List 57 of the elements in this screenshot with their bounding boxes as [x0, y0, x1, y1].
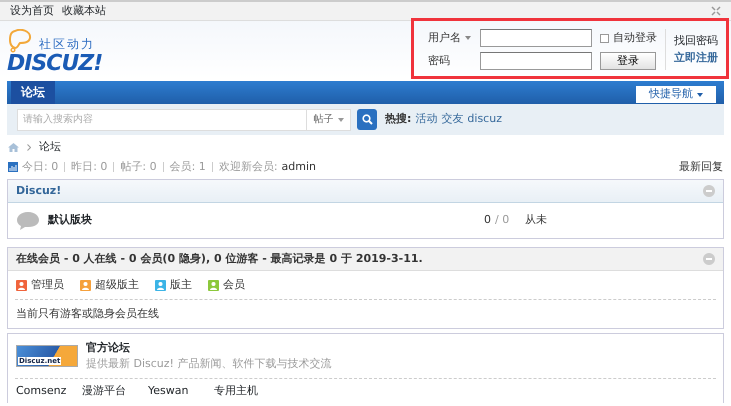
welcome-text: 欢迎新会员: — [218, 158, 278, 175]
hot-search-link[interactable]: 活动 — [415, 111, 438, 128]
legend-label: 会员 — [223, 276, 245, 293]
collapse-button[interactable] — [703, 253, 715, 265]
friend-link[interactable]: 专用主机 — [214, 382, 280, 400]
last-post-text: 从未 — [525, 212, 548, 228]
search-type-select[interactable]: 帖子 — [307, 108, 351, 130]
hot-search-label: 热搜: — [385, 111, 412, 128]
stat-text: 会员: 1 — [170, 158, 206, 175]
legend-label: 超级版主 — [95, 276, 139, 293]
auth-link[interactable]: 找回密码 — [674, 33, 718, 50]
online-title: 在线会员 - 0 人在线 - 0 会员(0 隐身), 0 位游客 - 最高记录是 0 于 2019-3-11. — [16, 250, 423, 267]
nav-tab[interactable]: 论坛 — [11, 81, 55, 104]
toolbar-link[interactable]: 收藏本站 — [62, 2, 106, 20]
category-title[interactable]: Discuz! — [16, 182, 62, 200]
caret-icon — [338, 118, 344, 122]
member-link[interactable]: admin — [282, 158, 316, 176]
login-button[interactable]: 登录 — [600, 52, 656, 70]
stats-icon — [8, 162, 18, 172]
auth-link[interactable]: 立即注册 — [674, 50, 718, 66]
toolbar-link[interactable]: 设为首页 — [10, 2, 54, 20]
logo-wordmark: DISCUZ! — [7, 53, 102, 75]
username-label[interactable]: 用户名 — [428, 30, 476, 46]
collapse-button[interactable] — [703, 185, 715, 197]
friend-link[interactable]: 漫游平台 — [82, 382, 148, 400]
post-count: / 0 — [495, 212, 510, 228]
friend-link[interactable]: Comsenz — [16, 382, 82, 400]
password-field[interactable] — [480, 52, 592, 70]
password-label: 密码 — [428, 52, 451, 68]
home-icon[interactable] — [8, 142, 19, 152]
forum-bubble-icon — [16, 210, 40, 230]
stat-text: 昨日: 0 — [71, 158, 108, 175]
hot-search-link[interactable]: 交友 — [441, 111, 464, 128]
search-button[interactable] — [357, 109, 377, 130]
hot-search-link[interactable]: discuz — [467, 111, 502, 128]
legend-label: 版主 — [170, 276, 192, 293]
breadcrumb-link[interactable]: 论坛 — [39, 138, 61, 156]
search-icon — [362, 114, 372, 125]
caret-icon — [697, 92, 703, 96]
auto-login-checkbox[interactable]: 自动登录 — [600, 30, 657, 46]
legend-label: 管理员 — [31, 276, 64, 293]
thread-count[interactable]: 0 — [484, 212, 491, 229]
featured-link-description: 提供最新 Discuz! 产品新闻、软件下载与技术交流 — [86, 356, 332, 372]
caret-icon — [465, 36, 471, 40]
username-field[interactable] — [480, 29, 592, 48]
quick-nav-button[interactable]: 快捷导航 — [636, 86, 716, 103]
online-note: 当前只有游客或隐身会员在线 — [16, 306, 159, 322]
collapse-icon[interactable] — [711, 6, 721, 16]
featured-link-title[interactable]: 官方论坛 — [86, 340, 332, 356]
stat-text: 帖子: 0 — [120, 158, 157, 175]
stat-text: 今日: 0 — [22, 158, 58, 175]
latest-reply-link[interactable]: 最新回复 — [679, 158, 723, 176]
friend-link[interactable]: Yeswan — [148, 382, 214, 400]
forum-name[interactable]: 默认版块 — [48, 212, 484, 229]
logo-tagline: 社区动力 — [39, 36, 95, 53]
search-field[interactable]: 请输入搜索内容 — [17, 108, 307, 130]
chevron-icon — [27, 144, 31, 150]
